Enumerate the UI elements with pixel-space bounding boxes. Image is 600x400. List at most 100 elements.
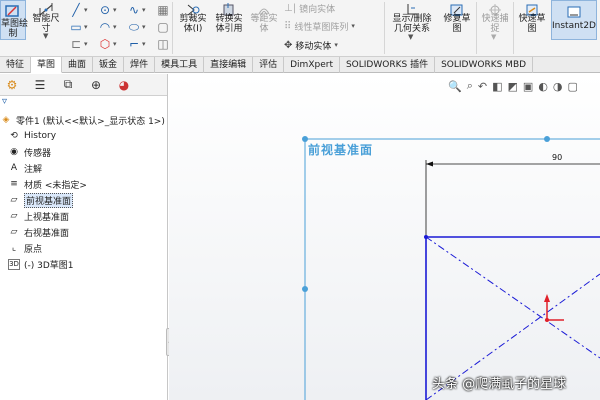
- tab-0[interactable]: 特征: [0, 57, 32, 73]
- centerline-tool-icon[interactable]: ⊏: [68, 36, 84, 52]
- hide-show-icon[interactable]: ◐: [538, 80, 548, 93]
- offset-entities-button[interactable]: 等距实体: [248, 0, 280, 42]
- tab-5[interactable]: 模具工具: [155, 57, 205, 73]
- plane-tool-icon[interactable]: ◫: [155, 36, 171, 52]
- origin-point: [545, 318, 549, 322]
- tree-item[interactable]: ▱ 前视基准面: [0, 192, 167, 208]
- ribbon-divider: [172, 2, 173, 54]
- circle-dropdown-icon[interactable]: ▾: [113, 6, 117, 14]
- tree-item[interactable]: ⌞ 原点: [0, 240, 167, 256]
- centerline-dropdown-icon[interactable]: ▾: [84, 40, 88, 48]
- view-settings-icon[interactable]: ▢: [568, 80, 578, 93]
- tree-item[interactable]: A 注解: [0, 160, 167, 176]
- feature-manager-tab-icon[interactable]: ⚙: [2, 77, 22, 93]
- tree-item[interactable]: ⟲ History: [0, 128, 167, 144]
- dimension-arrow-icon: [426, 161, 433, 167]
- configuration-manager-tab-icon[interactable]: ⧉: [58, 77, 78, 93]
- convert-entities-button[interactable]: 转换实 体引用: [212, 0, 246, 42]
- move-dropdown-icon[interactable]: ▾: [334, 41, 338, 49]
- tab-3[interactable]: 钣金: [93, 57, 125, 73]
- sketch-icon: [5, 5, 19, 17]
- view-orientation-icon[interactable]: ◩: [508, 80, 518, 93]
- rapid-sketch-button[interactable]: 快速草图: [516, 0, 548, 42]
- tab-4[interactable]: 焊件: [124, 57, 156, 73]
- tab-9[interactable]: SOLIDWORKS 插件: [340, 57, 436, 73]
- section-view-icon[interactable]: ◧: [492, 80, 502, 93]
- text-tool-icon[interactable]: ▦: [155, 2, 171, 18]
- fillet-tool-icon[interactable]: ⌐: [126, 36, 142, 52]
- tree-item-label: 原点: [24, 244, 43, 255]
- display-style-icon[interactable]: ▣: [523, 80, 533, 93]
- plane-icon: ▱: [10, 195, 18, 205]
- smart-dimension-button[interactable]: 智能尺寸 ▼: [29, 0, 63, 40]
- rectangle-tool-icon[interactable]: ▭: [68, 19, 84, 35]
- tab-1[interactable]: 草图: [31, 57, 63, 73]
- ribbon-divider: [513, 2, 514, 54]
- line-tool-icon[interactable]: ╱: [68, 2, 84, 18]
- tree-root-part[interactable]: ◈ 零件1 (默认<<默认>_显示状态 1>): [0, 112, 167, 128]
- tree-item[interactable]: ▱ 上视基准面: [0, 208, 167, 224]
- tree-item[interactable]: ≡ 材质 <未指定>: [0, 176, 167, 192]
- sketch-canvas: [302, 136, 600, 400]
- sketch-button[interactable]: 草图绘制: [0, 0, 29, 40]
- polygon-tool-icon[interactable]: ⬡: [97, 36, 113, 52]
- 3dsketch-icon: 3D: [8, 258, 20, 270]
- previous-view-icon[interactable]: ↶: [478, 80, 487, 93]
- tree-item[interactable]: ◉ 传感器: [0, 144, 167, 160]
- tab-2[interactable]: 曲面: [62, 57, 94, 73]
- tree-item-label: 前视基准面: [24, 192, 74, 208]
- plane-handle-left: [302, 286, 308, 292]
- command-manager-tabs: 特征 草图 曲面 钣金 焊件 模具工具 直接编辑 评估 DimXpert SOLIDWORKS 插…: [0, 57, 600, 73]
- scene-icon[interactable]: ◑: [553, 80, 563, 93]
- fillet-dropdown-icon[interactable]: ▾: [142, 40, 146, 48]
- feature-tree: ◈ 零件1 (默认<<默认>_显示状态 1>) ⟲ History ◉ 传感器 A 注解 ≡…: [0, 108, 167, 272]
- polygon-dropdown-icon[interactable]: ▾: [113, 40, 117, 48]
- display-manager-tab-icon[interactable]: ◕: [114, 77, 134, 93]
- ellipse-tool-icon[interactable]: ⬭: [126, 19, 142, 35]
- tree-item-label: 材质 <未指定>: [24, 180, 87, 191]
- command-ribbon: 草图绘制 智能尺寸 ▼ ╱ ▾ ⊙ ▾ ∿ ▾ ▦ ▭ ▾ ◠ ▾ ⬭ ▾ ▢ …: [0, 0, 600, 57]
- quick-snaps-dropdown-icon[interactable]: ▼: [491, 33, 496, 41]
- ellipse-dropdown-icon[interactable]: ▾: [142, 23, 146, 31]
- repair-sketch-button[interactable]: 修复草图: [440, 0, 474, 42]
- display-relations-button[interactable]: 显示/删除 几何关系 ▼: [388, 0, 436, 42]
- tab-6[interactable]: 直接编辑: [204, 57, 254, 73]
- tab-8[interactable]: DimXpert: [284, 57, 340, 73]
- smart-dim-dropdown-icon[interactable]: ▼: [43, 32, 48, 40]
- dimxpert-manager-tab-icon[interactable]: ⊕: [86, 77, 106, 93]
- circle-tool-icon[interactable]: ⊙: [97, 2, 113, 18]
- linear-pattern-dropdown-icon[interactable]: ▾: [351, 22, 355, 30]
- tab-7[interactable]: 评估: [253, 57, 285, 73]
- trim-entities-button[interactable]: 剪裁实 体(I): [176, 0, 210, 42]
- zoom-area-icon[interactable]: ⌕: [467, 79, 473, 93]
- arc-tool-icon[interactable]: ◠: [97, 19, 113, 35]
- relations-dropdown-icon[interactable]: ▼: [408, 33, 413, 41]
- line-dropdown-icon[interactable]: ▾: [84, 6, 88, 14]
- tab-10[interactable]: SOLIDWORKS MBD: [435, 57, 534, 73]
- instant2d-button[interactable]: Instant2D: [551, 0, 597, 40]
- property-manager-tab-icon[interactable]: ☰: [30, 77, 50, 93]
- move-entities-button[interactable]: ✥ 移动实体 ▾: [284, 38, 338, 52]
- zoom-to-fit-icon[interactable]: 🔍: [448, 80, 462, 93]
- part-icon: ◈: [2, 115, 10, 125]
- panel-tab-bar: ⚙ ☰ ⧉ ⊕ ◕: [0, 74, 167, 96]
- tree-item[interactable]: 3D (-) 3D草图1: [0, 256, 167, 272]
- rectangle-dropdown-icon[interactable]: ▾: [84, 23, 88, 31]
- tree-item[interactable]: ▱ 右视基准面: [0, 224, 167, 240]
- dimension-value[interactable]: 90: [552, 153, 562, 162]
- tree-item-label: History: [24, 131, 57, 141]
- ribbon-divider: [384, 2, 385, 54]
- point-tool-icon[interactable]: ▢: [155, 19, 171, 35]
- sketch-label: 草图绘制: [1, 19, 29, 39]
- quick-snaps-button[interactable]: 快速捕捉 ▼: [479, 0, 511, 42]
- mirror-entities-button[interactable]: ⊥| 镜向实体: [284, 1, 335, 15]
- feature-manager-panel: ⚙ ☰ ⧉ ⊕ ◕ ▿ ◈ 零件1 (默认<<默认>_显示状态 1>) ⟲ His…: [0, 74, 174, 400]
- graphics-area[interactable]: [169, 74, 600, 400]
- origin-arrow-icon: [544, 294, 550, 302]
- spline-dropdown-icon[interactable]: ▾: [142, 6, 146, 14]
- filter-icon[interactable]: ▿: [0, 96, 167, 108]
- origin-icon: ⌞: [11, 243, 17, 253]
- linear-pattern-button[interactable]: ⠿ 线性草图阵列 ▾: [284, 19, 355, 33]
- spline-tool-icon[interactable]: ∿: [126, 2, 142, 18]
- arc-dropdown-icon[interactable]: ▾: [113, 23, 117, 31]
